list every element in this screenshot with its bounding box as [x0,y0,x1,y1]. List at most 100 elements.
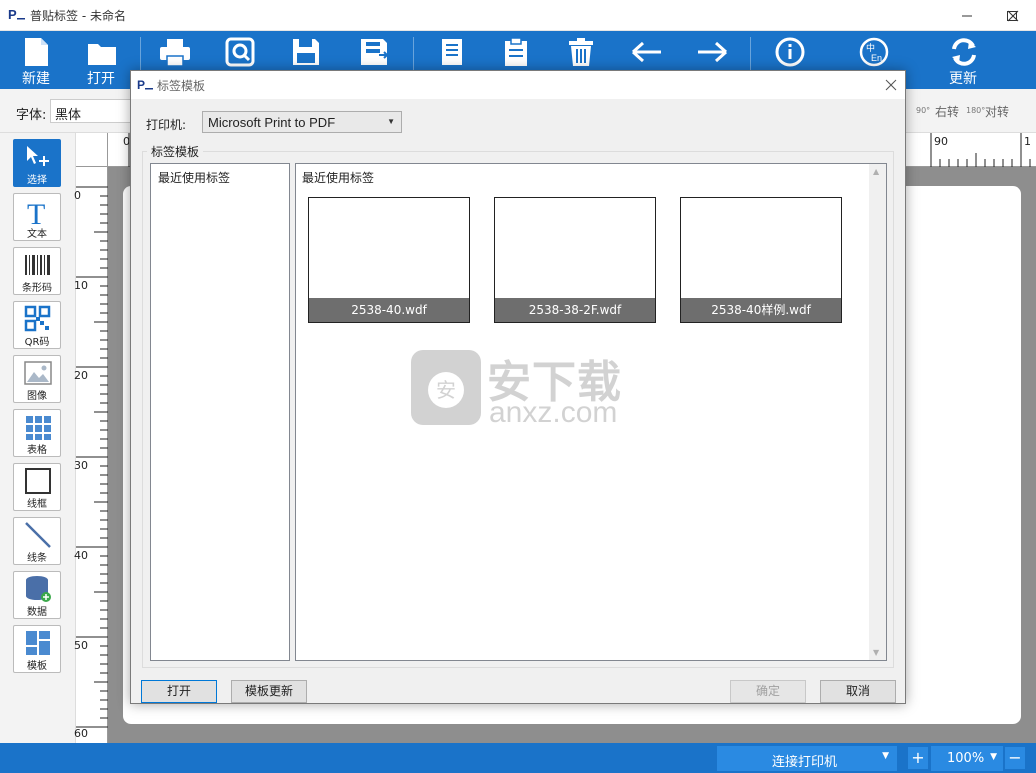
tool-panel: 选择 T 文本 条形码 QR码 图像 表格 线框 线条 数据 模板 [0,133,76,743]
ruler-v-label: 60 [74,727,88,740]
ruler-v-label: 10 [74,279,88,292]
template-thumbnail[interactable]: 2538-40样例.wdf [680,197,842,323]
template-thumbnail[interactable]: 2538-40.wdf [308,197,470,323]
barcode-icon [25,255,50,275]
template-name: 2538-40.wdf [309,298,469,322]
minimize-icon [962,15,972,17]
rotate-right-icon: 90° [916,105,931,115]
rotate-right-label: 右转 [935,105,960,119]
tool-line[interactable]: 线条 [13,517,61,565]
tool-image[interactable]: 图像 [13,355,61,403]
redo-icon [698,41,728,63]
template-icon [26,631,50,655]
watermark-en: anxz.com [489,396,618,429]
app-logo-icon: P [8,7,25,22]
save-icon [293,39,319,65]
title-bar: P 普贴标签 - 未命名 [0,0,1036,31]
tool-data[interactable]: 数据 [13,571,61,619]
connect-printer-dropdown[interactable]: 连接打印机 ▼ [717,746,897,771]
ruler-h-label: 1 [1024,135,1031,148]
rotate-180-icon: 180° [966,105,986,115]
database-icon [26,576,51,602]
dialog-close-button[interactable] [875,71,905,99]
scroll-down-icon: ▼ [873,648,880,657]
svg-text:T: T [27,198,45,225]
refresh-icon [952,38,976,66]
font-select[interactable]: 黑体 [50,99,140,123]
line-icon [25,522,51,548]
tool-select[interactable]: 选择 [13,139,61,187]
image-icon [24,361,52,385]
printer-value: Microsoft Print to PDF [208,115,336,130]
tool-barcode-label: 条形码 [22,283,52,294]
dialog-title-bar: P 标签模板 [131,71,905,99]
open-button-label: 打开 [87,71,115,87]
vertical-ruler-ticks [76,186,108,728]
save-as-icon [361,39,390,65]
zoom-out-button[interactable]: − [1005,747,1025,769]
tool-template[interactable]: 模板 [13,625,61,673]
tool-text[interactable]: T 文本 [13,193,61,241]
undo-icon [631,41,661,63]
printer-label: 打印机: [146,118,187,132]
tool-table[interactable]: 表格 [13,409,61,457]
rectangle-icon [25,468,51,494]
ruler-corner [76,133,108,167]
new-button[interactable]: 新建 [9,31,63,89]
svg-text:P: P [137,78,145,91]
cancel-button[interactable]: 取消 [820,680,896,703]
ruler-v-label: 0 [74,189,81,202]
tool-template-label: 模板 [27,661,47,672]
chevron-down-icon: ▼ [882,751,889,761]
table-icon [26,416,51,440]
watermark: 安 安下载 anxz.com [411,346,631,429]
update-template-button[interactable]: 模板更新 [231,680,307,703]
svg-text:En: En [871,53,882,63]
rotate-180-button[interactable]: 180°对转 [966,103,1009,120]
print-icon [160,39,190,67]
tool-rectangle-label: 线框 [27,499,47,510]
watermark-badge: 安 [428,372,464,408]
zoom-value: 100% [947,751,985,766]
template-thumbnail[interactable]: 2538-38-2F.wdf [494,197,656,323]
minimize-button[interactable] [944,0,990,31]
update-button[interactable]: 更新 [936,31,990,89]
ruler-v-label: 50 [74,639,88,652]
app-logo-icon: P [137,78,153,91]
select-icon [27,146,49,166]
tool-line-label: 线条 [27,553,47,564]
ruler-v-label: 40 [74,549,88,562]
ruler-h-label: 90 [934,135,948,148]
dialog-title: 标签模板 [157,79,206,93]
tool-image-label: 图像 [27,391,47,402]
template-name: 2538-38-2F.wdf [495,298,655,322]
rotate-right-button[interactable]: 90° 右转 [916,103,959,120]
category-list: 最近使用标签 [150,163,290,661]
paste-icon [505,37,527,66]
zoom-select[interactable]: 100% ▼ [931,746,1003,771]
vertical-ruler: 0 10 20 30 40 50 60 [74,167,108,743]
ok-button[interactable]: 确定 [730,680,806,703]
close-window-button[interactable] [990,0,1036,31]
info-icon [775,37,805,67]
tool-rectangle[interactable]: 线框 [13,463,61,511]
open-button[interactable]: 打开 [74,31,128,89]
ruler-h-label: 0 [123,135,130,148]
watermark-bag-icon: 安 [411,350,481,425]
chevron-down-icon: ▼ [387,117,395,126]
template-name: 2538-40样例.wdf [681,298,841,322]
close-icon [1007,10,1019,22]
zoom-in-button[interactable]: + [908,747,928,769]
scroll-up-icon: ▲ [873,167,880,176]
list-item[interactable]: 最近使用标签 [158,169,230,186]
open-template-button[interactable]: 打开 [141,680,217,703]
ruler-v-label: 30 [74,459,88,472]
language-icon: 中En [859,37,889,67]
printer-select[interactable]: Microsoft Print to PDF ▼ [202,111,402,133]
tool-barcode[interactable]: 条形码 [13,247,61,295]
chevron-down-icon: ▼ [990,752,997,762]
tool-text-label: 文本 [27,229,47,240]
tool-qrcode[interactable]: QR码 [13,301,61,349]
update-button-label: 更新 [949,71,977,87]
vertical-scrollbar[interactable]: ▲ ▼ [869,164,886,660]
